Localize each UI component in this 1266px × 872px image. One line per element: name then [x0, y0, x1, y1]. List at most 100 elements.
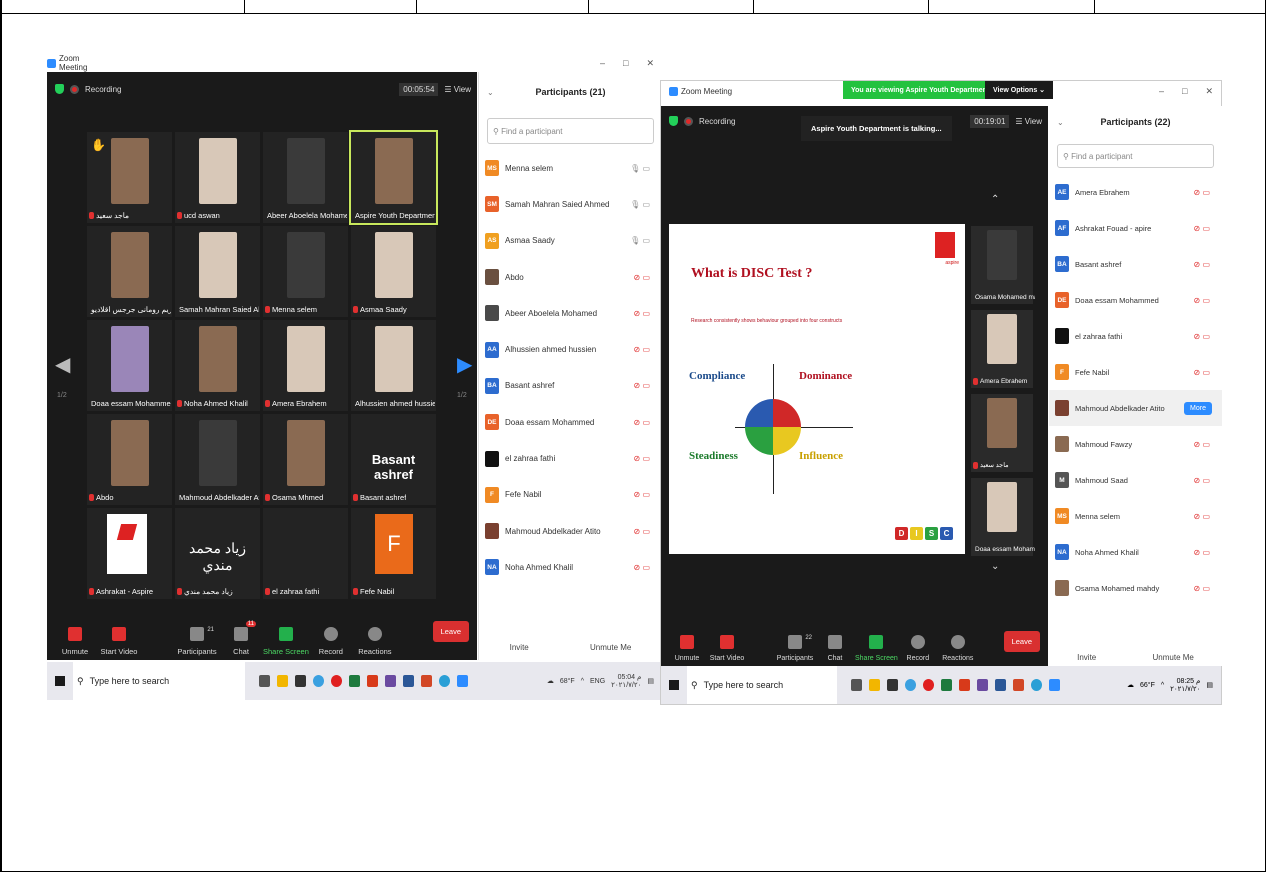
share-screen-button[interactable]: Share Screen	[855, 618, 898, 662]
mic-muted-icon[interactable]: ⊘ ▭	[634, 563, 650, 572]
participant-row[interactable]: F Fefe Nabil ⊘ ▭	[479, 477, 662, 513]
taskbar-search[interactable]: ⚲ Type here to search	[687, 666, 837, 704]
leave-button[interactable]: Leave	[432, 621, 469, 642]
chevron-down-icon[interactable]: ⌄	[1057, 118, 1064, 127]
chat-button[interactable]: 11 Chat	[219, 612, 263, 656]
video-tile[interactable]: Asmaa Saady	[351, 226, 436, 317]
start-video-button[interactable]: Start Video	[97, 612, 141, 656]
video-tile[interactable]: Mahmoud Abdelkader At...	[175, 414, 260, 505]
zoom-taskbar-icon[interactable]	[457, 675, 468, 687]
notification-icon[interactable]: ▤	[1206, 681, 1213, 689]
excel-icon[interactable]	[941, 679, 952, 691]
mic-muted-icon[interactable]: ⊘ ▭	[1194, 512, 1210, 521]
video-tile[interactable]: Doaa essam Mohammed	[87, 320, 172, 411]
mic-muted-icon[interactable]: ⊘ ▭	[634, 490, 650, 499]
word-icon[interactable]	[995, 679, 1006, 691]
video-tile[interactable]: Osama Mohamed mah...	[971, 226, 1035, 304]
participant-row[interactable]: AA Alhussien ahmed hussien ⊘ ▭	[479, 331, 662, 367]
participant-search-input[interactable]: ⚲ Find a participant	[1057, 144, 1214, 168]
mic-muted-icon[interactable]: ⊘ ▭	[1194, 548, 1210, 557]
mic-muted-icon[interactable]: ⊘ ▭	[1194, 260, 1210, 269]
video-tile[interactable]: Osama Mhmed	[263, 414, 348, 505]
video-tile[interactable]: مريم رومانى جرجس اقلاديو	[87, 226, 172, 317]
more-button[interactable]: More	[1184, 401, 1212, 415]
minimize-icon[interactable]: –	[1159, 86, 1164, 97]
edge-icon[interactable]	[439, 675, 450, 687]
chevron-down-icon[interactable]: ⌄	[487, 88, 494, 97]
opera-icon[interactable]	[331, 675, 342, 687]
maximize-icon[interactable]: □	[1182, 86, 1187, 97]
reactions-button[interactable]: Reactions	[353, 612, 397, 656]
video-tile[interactable]: ucd aswan	[175, 132, 260, 223]
chrome-icon[interactable]	[313, 675, 324, 687]
mic-muted-icon[interactable]: ⊘ ▭	[1194, 296, 1210, 305]
edge-icon[interactable]	[1031, 679, 1042, 691]
video-tile[interactable]: Menna selem	[263, 226, 348, 317]
video-tile[interactable]: Aspire Youth Department	[349, 130, 438, 225]
mic-muted-icon[interactable]: ⊘ ▭	[634, 273, 650, 282]
scroll-up-icon[interactable]: ⌃	[991, 194, 999, 205]
participant-row[interactable]: DE Doaa essam Mohammed ⊘ ▭	[1049, 282, 1222, 318]
close-icon[interactable]: ✕	[646, 58, 654, 69]
mic-muted-icon[interactable]: ⊘ ▭	[1194, 584, 1210, 593]
teams-icon[interactable]	[977, 679, 988, 691]
office-icon[interactable]	[367, 675, 378, 687]
unmute-me-button[interactable]: Unmute Me	[1153, 653, 1194, 662]
participant-row[interactable]: BA Basant ashref ⊘ ▭	[479, 368, 662, 404]
task-view-icon[interactable]	[259, 675, 270, 687]
mic-muted-icon[interactable]: ⊘ ▭	[1194, 332, 1210, 341]
language-indicator[interactable]: ENG	[590, 678, 605, 685]
invite-button[interactable]: Invite	[1077, 653, 1096, 662]
excel-icon[interactable]	[349, 675, 360, 687]
security-shield-icon[interactable]	[55, 84, 64, 94]
zoom-taskbar-icon[interactable]	[1049, 679, 1060, 691]
mic-icon[interactable]: 🎙︎ ▭	[630, 164, 650, 173]
video-tile[interactable]: Abdo	[87, 414, 172, 505]
reactions-button[interactable]: Reactions	[938, 618, 978, 662]
participant-row[interactable]: Mahmoud Abdelkader Atito ⊘ ▭	[479, 513, 662, 549]
video-tile[interactable]: ✋ ماجد سعيد	[87, 132, 172, 223]
participants-button[interactable]: 21 Participants	[175, 612, 219, 656]
mic-muted-icon[interactable]: ⊘ ▭	[1194, 224, 1210, 233]
clock[interactable]: 05:04 م ٢٠٢١/٧/٢٠	[611, 673, 641, 689]
participant-row[interactable]: Osama Mohamed mahdy ⊘ ▭	[1049, 570, 1222, 606]
participant-row[interactable]: M Mahmoud Saad ⊘ ▭	[1049, 462, 1222, 498]
video-tile[interactable]: زياد محمد مندي زياد محمد مندي	[175, 508, 260, 599]
invite-button[interactable]: Invite	[510, 643, 529, 652]
file-explorer-icon[interactable]	[869, 679, 880, 691]
participant-search-input[interactable]: ⚲ Find a participant	[487, 118, 654, 144]
mic-muted-icon[interactable]: ⊘ ▭	[634, 418, 650, 427]
participants-button[interactable]: 22 Participants	[775, 618, 815, 662]
scroll-down-icon[interactable]: ⌄	[991, 561, 999, 572]
minimize-icon[interactable]: –	[600, 58, 605, 69]
office-icon[interactable]	[959, 679, 970, 691]
chat-button[interactable]: Chat	[815, 618, 855, 662]
store-icon[interactable]	[295, 675, 306, 687]
windows-start-icon[interactable]	[55, 676, 65, 686]
maximize-icon[interactable]: □	[623, 58, 628, 69]
store-icon[interactable]	[887, 679, 898, 691]
mic-muted-icon[interactable]: ⊘ ▭	[1194, 476, 1210, 485]
participant-row[interactable]: NA Noha Ahmed Khalil ⊘ ▭	[479, 549, 662, 585]
mic-muted-icon[interactable]: ⊘ ▭	[1194, 368, 1210, 377]
participant-row[interactable]: AF Ashrakat Fouad - apire ⊘ ▭	[1049, 210, 1222, 246]
mic-muted-icon[interactable]: ⊘ ▭	[1194, 440, 1210, 449]
taskbar-search[interactable]: ⚲ Type here to search	[73, 662, 245, 700]
participant-row[interactable]: Mahmoud Fawzy ⊘ ▭	[1049, 426, 1222, 462]
video-tile[interactable]: F Fefe Nabil	[351, 508, 436, 599]
prev-page-icon[interactable]: ◀	[55, 352, 70, 377]
tray-chevron-icon[interactable]: ^	[1161, 682, 1164, 689]
video-tile[interactable]: Noha Ahmed Khalil	[175, 320, 260, 411]
video-tile[interactable]: el zahraa fathi	[263, 508, 348, 599]
task-view-icon[interactable]	[851, 679, 862, 691]
participant-row[interactable]: el zahraa fathi ⊘ ▭	[1049, 318, 1222, 354]
chrome-icon[interactable]	[905, 679, 916, 691]
video-tile[interactable]: Abeer Aboelela Mohamed	[263, 132, 348, 223]
participant-row[interactable]: Abeer Aboelela Mohamed ⊘ ▭	[479, 295, 662, 331]
participant-row[interactable]: el zahraa fathi ⊘ ▭	[479, 440, 662, 476]
participant-row[interactable]: NA Noha Ahmed Khalil ⊘ ▭	[1049, 534, 1222, 570]
participant-row[interactable]: Mahmoud Abdelkader Atito More	[1049, 390, 1222, 426]
video-tile[interactable]: Amera Ebrahem	[971, 310, 1033, 388]
close-icon[interactable]: ✕	[1205, 86, 1213, 97]
unmute-me-button[interactable]: Unmute Me	[590, 643, 631, 652]
